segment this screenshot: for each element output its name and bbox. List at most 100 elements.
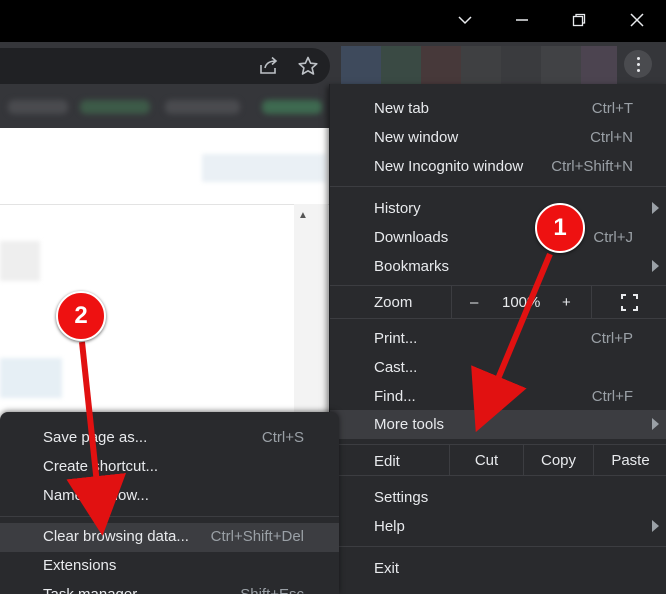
menu-item-label: Extensions <box>43 557 117 574</box>
menu-item-new-tab[interactable]: New tab Ctrl+T <box>330 94 666 123</box>
zoom-out-button[interactable]: – <box>470 294 478 311</box>
edit-label: Edit <box>374 453 400 470</box>
menu-item-label: New tab <box>374 100 430 117</box>
address-bar[interactable] <box>0 48 330 84</box>
menu-item-label: Exit <box>374 560 400 577</box>
page-scrollbar[interactable] <box>294 204 328 434</box>
menu-item-label: Downloads <box>374 229 449 246</box>
submenu-arrow-icon <box>652 260 659 272</box>
bookmark-item[interactable] <box>80 100 150 114</box>
menu-item-shortcut: Ctrl+P <box>590 330 633 347</box>
bookmark-item[interactable] <box>262 100 322 114</box>
chevron-down-icon[interactable] <box>448 6 482 34</box>
menu-item-label: New Incognito window <box>374 158 524 175</box>
browser-toolbar <box>0 42 666 88</box>
bookmark-item[interactable] <box>165 100 240 114</box>
menu-item-shortcut: Ctrl+T <box>591 100 633 117</box>
menu-item-print[interactable]: Print... Ctrl+P <box>330 324 666 353</box>
menu-item-history[interactable]: History <box>330 194 666 223</box>
zoom-row: Zoom – 100% + <box>330 286 666 318</box>
menu-item-exit[interactable]: Exit <box>330 554 666 583</box>
menu-item-shortcut: Ctrl+N <box>590 129 633 146</box>
menu-item-settings[interactable]: Settings <box>330 483 666 512</box>
content-block <box>0 358 62 398</box>
menu-item-downloads[interactable]: Downloads Ctrl+J <box>330 223 666 252</box>
menu-item-more-tools[interactable]: More tools <box>330 410 666 439</box>
content-block <box>0 241 40 281</box>
menu-item-cast[interactable]: Cast... <box>330 353 666 382</box>
menu-item-clear-browsing-data[interactable]: Clear browsing data... Ctrl+Shift+Del <box>0 523 339 552</box>
menu-item-help[interactable]: Help <box>330 512 666 541</box>
bookmark-item[interactable] <box>8 100 68 114</box>
cut-label: Cut <box>474 451 499 469</box>
menu-item-new-window[interactable]: New window Ctrl+N <box>330 123 666 152</box>
title-bar <box>0 0 666 42</box>
menu-item-shortcut: Shift+Esc <box>240 586 304 594</box>
menu-item-label: New window <box>374 129 459 146</box>
fullscreen-icon[interactable] <box>591 286 666 318</box>
scroll-up-arrow-icon[interactable]: ▲ <box>296 210 310 222</box>
submenu-arrow-icon <box>652 202 659 214</box>
menu-item-label: Bookmarks <box>374 258 450 275</box>
copy-label: Copy <box>540 451 577 469</box>
zoom-controls: – 100% + <box>451 286 591 318</box>
zoom-in-button[interactable]: + <box>562 294 571 311</box>
menu-item-label: Save page as... <box>43 429 148 446</box>
submenu-arrow-icon <box>652 520 659 532</box>
kebab-menu-icon[interactable] <box>624 50 652 78</box>
extension-icon[interactable] <box>581 46 617 84</box>
edit-row: Edit Cut Copy Paste <box>330 445 666 475</box>
extension-icon[interactable] <box>501 46 541 84</box>
menu-item-shortcut: Ctrl+Shift+Del <box>210 528 304 545</box>
menu-item-label: Name window... <box>43 487 149 504</box>
menu-item-new-incognito-window[interactable]: New Incognito window Ctrl+Shift+N <box>330 152 666 181</box>
web-page-content: ▲ <box>0 128 330 434</box>
page-divider <box>0 204 330 205</box>
extension-icon[interactable] <box>541 46 581 84</box>
chrome-main-menu: New tab Ctrl+T New window Ctrl+N New Inc… <box>329 84 666 594</box>
menu-item-shortcut: Ctrl+J <box>593 229 633 246</box>
menu-item-label: Task manager <box>43 586 137 594</box>
menu-item-create-shortcut[interactable]: Create shortcut... <box>0 453 339 482</box>
menu-item-shortcut: Ctrl+F <box>591 388 633 405</box>
menu-item-name-window[interactable]: Name window... <box>0 482 339 511</box>
menu-item-extensions[interactable]: Extensions <box>0 552 339 581</box>
menu-item-shortcut: Ctrl+Shift+N <box>551 158 633 175</box>
menu-item-shortcut: Ctrl+S <box>261 429 304 446</box>
menu-item-label: Help <box>374 518 405 535</box>
menu-separator <box>330 546 666 547</box>
paste-button[interactable]: Paste <box>593 445 666 475</box>
menu-separator <box>330 186 666 187</box>
menu-item-label: Create shortcut... <box>43 458 159 475</box>
paste-label: Paste <box>611 451 650 469</box>
menu-item-task-manager[interactable]: Task manager Shift+Esc <box>0 581 339 594</box>
close-icon[interactable] <box>620 6 654 34</box>
extension-icon[interactable] <box>421 46 461 84</box>
extension-icon[interactable] <box>341 46 381 84</box>
zoom-value: 100% <box>502 294 541 311</box>
zoom-label: Zoom <box>374 294 413 311</box>
copy-button[interactable]: Copy <box>523 445 593 475</box>
menu-item-label: History <box>374 200 421 217</box>
menu-item-label: Settings <box>374 489 429 506</box>
extension-icon[interactable] <box>461 46 501 84</box>
extension-icon[interactable] <box>381 46 421 84</box>
minimize-icon[interactable] <box>505 6 539 34</box>
menu-item-label: Find... <box>374 388 416 405</box>
callout-2: 2 <box>56 291 106 341</box>
menu-item-label: Cast... <box>374 359 418 376</box>
menu-item-label: More tools <box>374 416 445 433</box>
menu-item-label: Print... <box>374 330 418 347</box>
menu-item-find[interactable]: Find... Ctrl+F <box>330 382 666 411</box>
restore-icon[interactable] <box>562 6 596 34</box>
star-icon[interactable] <box>297 56 319 76</box>
menu-separator <box>330 318 666 319</box>
menu-item-save-page[interactable]: Save page as... Ctrl+S <box>0 424 339 453</box>
page-header-block <box>202 154 326 182</box>
more-tools-submenu: Save page as... Ctrl+S Create shortcut..… <box>0 412 339 594</box>
menu-separator <box>0 516 339 517</box>
menu-item-bookmarks[interactable]: Bookmarks <box>330 252 666 281</box>
cut-button[interactable]: Cut <box>449 445 523 475</box>
submenu-arrow-icon <box>652 418 659 430</box>
share-icon[interactable] <box>258 56 280 76</box>
